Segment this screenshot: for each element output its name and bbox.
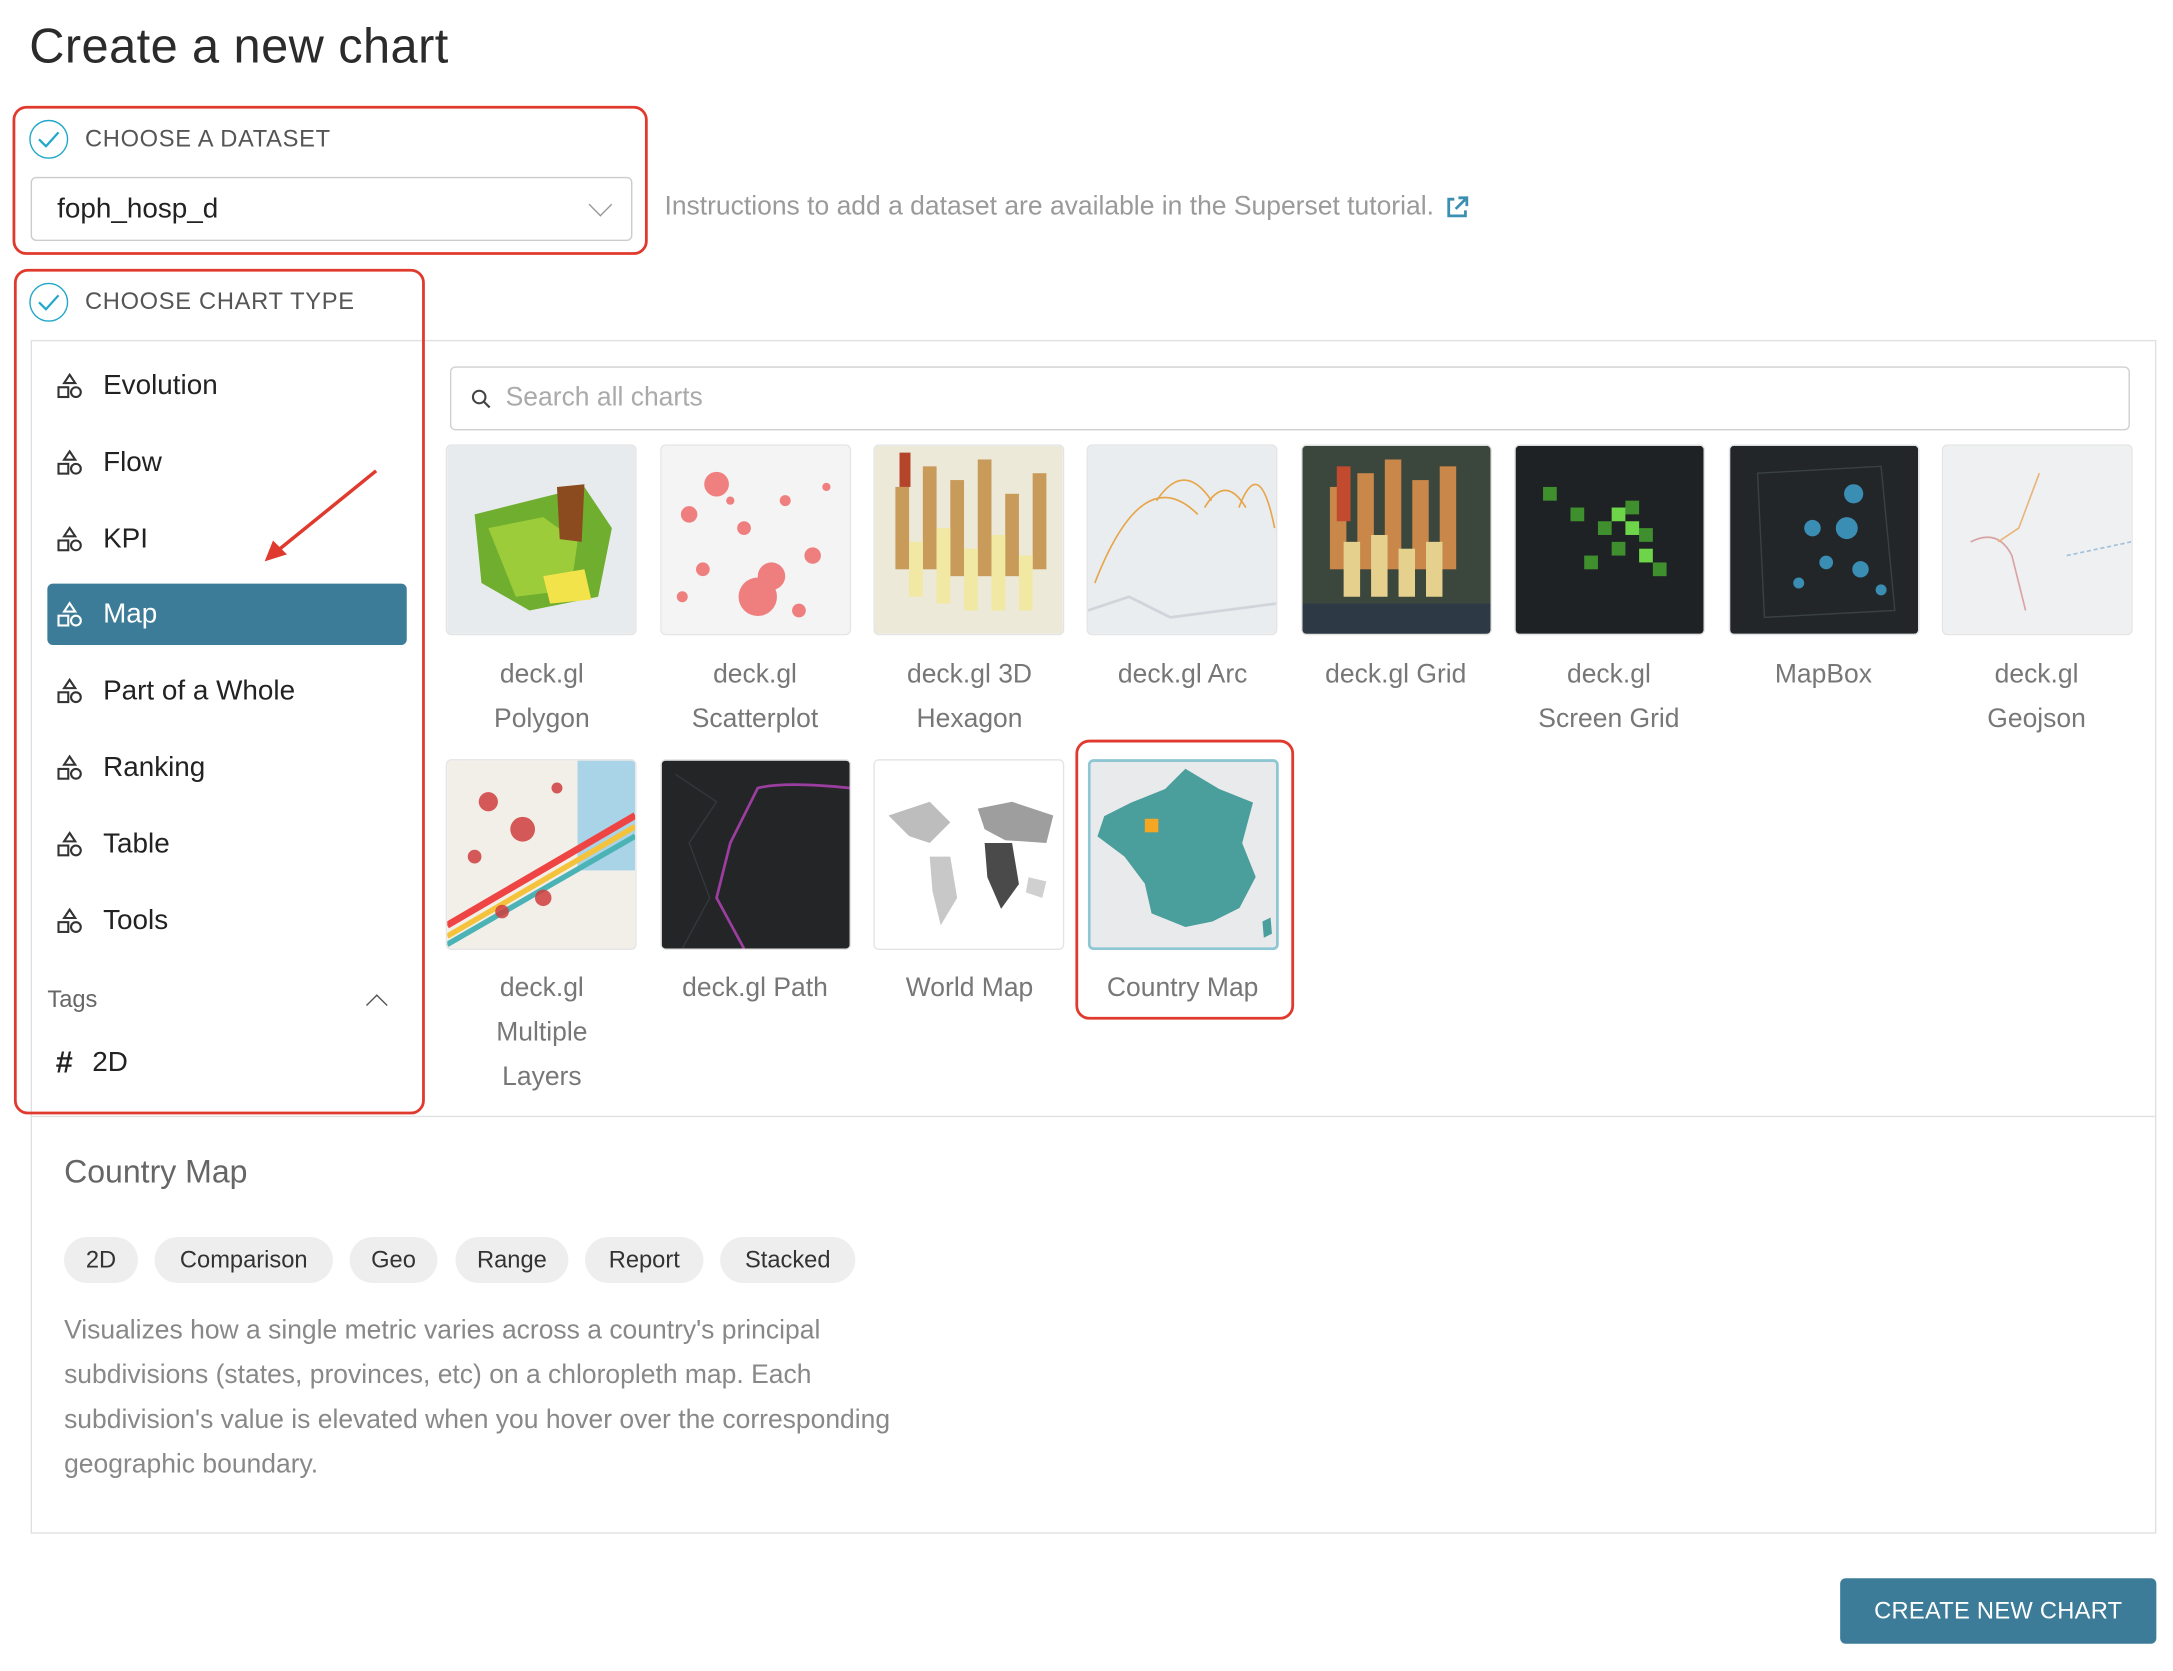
country-map-highlight-box	[1075, 739, 1295, 1020]
chart-tag-range: Range	[455, 1236, 569, 1283]
chart-thumb-deckgl-path[interactable]	[660, 759, 852, 951]
path-map-thumbnail	[661, 760, 850, 949]
chart-label-deckgl-scatterplot[interactable]: deck.gl Scatterplot	[651, 653, 860, 742]
page-title: Create a new chart	[29, 19, 449, 74]
chart-thumb-deckgl-multiple-layers[interactable]	[445, 759, 637, 951]
chart-thumb-deckgl-polygon[interactable]	[445, 444, 637, 636]
chart-label-world-map[interactable]: World Map	[865, 967, 1074, 1012]
search-placeholder: Search all charts	[505, 383, 703, 413]
polygon-map-thumbnail	[447, 445, 636, 634]
world-map-thumbnail	[874, 760, 1063, 949]
chart-type-highlight-box	[13, 268, 425, 1115]
dataset-select-value: foph_hosp_d	[57, 192, 219, 224]
chart-tag-stacked: Stacked	[720, 1236, 856, 1283]
chart-label-deckgl-geojson[interactable]: deck.gl Geojson	[1932, 653, 2141, 742]
dataset-hint[interactable]: Instructions to add a dataset are availa…	[664, 192, 1470, 223]
external-link-icon	[1447, 196, 1469, 218]
dataset-select[interactable]: foph_hosp_d	[30, 176, 633, 241]
chart-thumb-world-map[interactable]	[873, 759, 1065, 951]
chart-label-deckgl-path[interactable]: deck.gl Path	[651, 967, 860, 1012]
hexagon-map-thumbnail	[874, 445, 1063, 634]
chart-label-deckgl-multiple-layers[interactable]: deck.gl Multiple Layers	[437, 967, 646, 1101]
chart-search-input[interactable]: Search all charts	[449, 366, 2130, 431]
chart-tag-comparison: Comparison	[154, 1236, 333, 1283]
gallery-divider	[30, 1115, 2157, 1118]
chart-tag-report: Report	[585, 1236, 704, 1283]
chart-thumb-deckgl-geojson[interactable]	[1941, 444, 2133, 636]
chart-label-deckgl-screen-grid[interactable]: deck.gl Screen Grid	[1504, 653, 1713, 742]
chart-thumb-deckgl-scatterplot[interactable]	[660, 444, 852, 636]
chart-label-deckgl-grid[interactable]: deck.gl Grid	[1291, 653, 1500, 698]
scatterplot-map-thumbnail	[661, 445, 850, 634]
chart-label-deckgl-3d-hexagon[interactable]: deck.gl 3D Hexagon	[865, 653, 1074, 742]
chart-thumb-deckgl-screen-grid[interactable]	[1514, 444, 1706, 636]
chart-thumb-deckgl-grid[interactable]	[1301, 444, 1492, 636]
screen-grid-map-thumbnail	[1515, 445, 1704, 634]
mapbox-thumbnail	[1730, 445, 1919, 634]
selected-chart-title: Country Map	[64, 1153, 248, 1190]
create-chart-page: Create a new chart CHOOSE A DATASET foph…	[0, 0, 2173, 1671]
grid-map-thumbnail	[1302, 445, 1491, 634]
dataset-hint-text: Instructions to add a dataset are availa…	[664, 192, 1434, 222]
create-new-chart-button[interactable]: CREATE NEW CHART	[1840, 1578, 2157, 1644]
chart-thumb-deckgl-arc[interactable]	[1086, 444, 1278, 636]
chart-label-mapbox[interactable]: MapBox	[1719, 653, 1928, 698]
chart-tag-2d: 2D	[64, 1236, 138, 1283]
chart-thumb-mapbox[interactable]	[1728, 444, 1920, 636]
arc-map-thumbnail	[1087, 445, 1276, 634]
chart-label-deckgl-arc[interactable]: deck.gl Arc	[1078, 653, 1287, 698]
chart-label-deckgl-polygon[interactable]: deck.gl Polygon	[437, 653, 646, 742]
arrow-annotation-icon	[264, 469, 378, 562]
check-circle-icon	[29, 119, 69, 159]
dataset-step-label: CHOOSE A DATASET	[84, 125, 331, 152]
chart-thumb-deckgl-3d-hexagon[interactable]	[873, 444, 1065, 636]
chart-description: Visualizes how a single metric varies ac…	[64, 1316, 891, 1480]
chart-tag-geo: Geo	[349, 1236, 438, 1283]
multiple-layers-map-thumbnail	[447, 760, 636, 949]
chevron-down-icon	[588, 192, 613, 217]
geojson-map-thumbnail	[1943, 445, 2132, 634]
dataset-step-header: CHOOSE A DATASET	[29, 119, 331, 159]
search-icon	[471, 388, 491, 408]
